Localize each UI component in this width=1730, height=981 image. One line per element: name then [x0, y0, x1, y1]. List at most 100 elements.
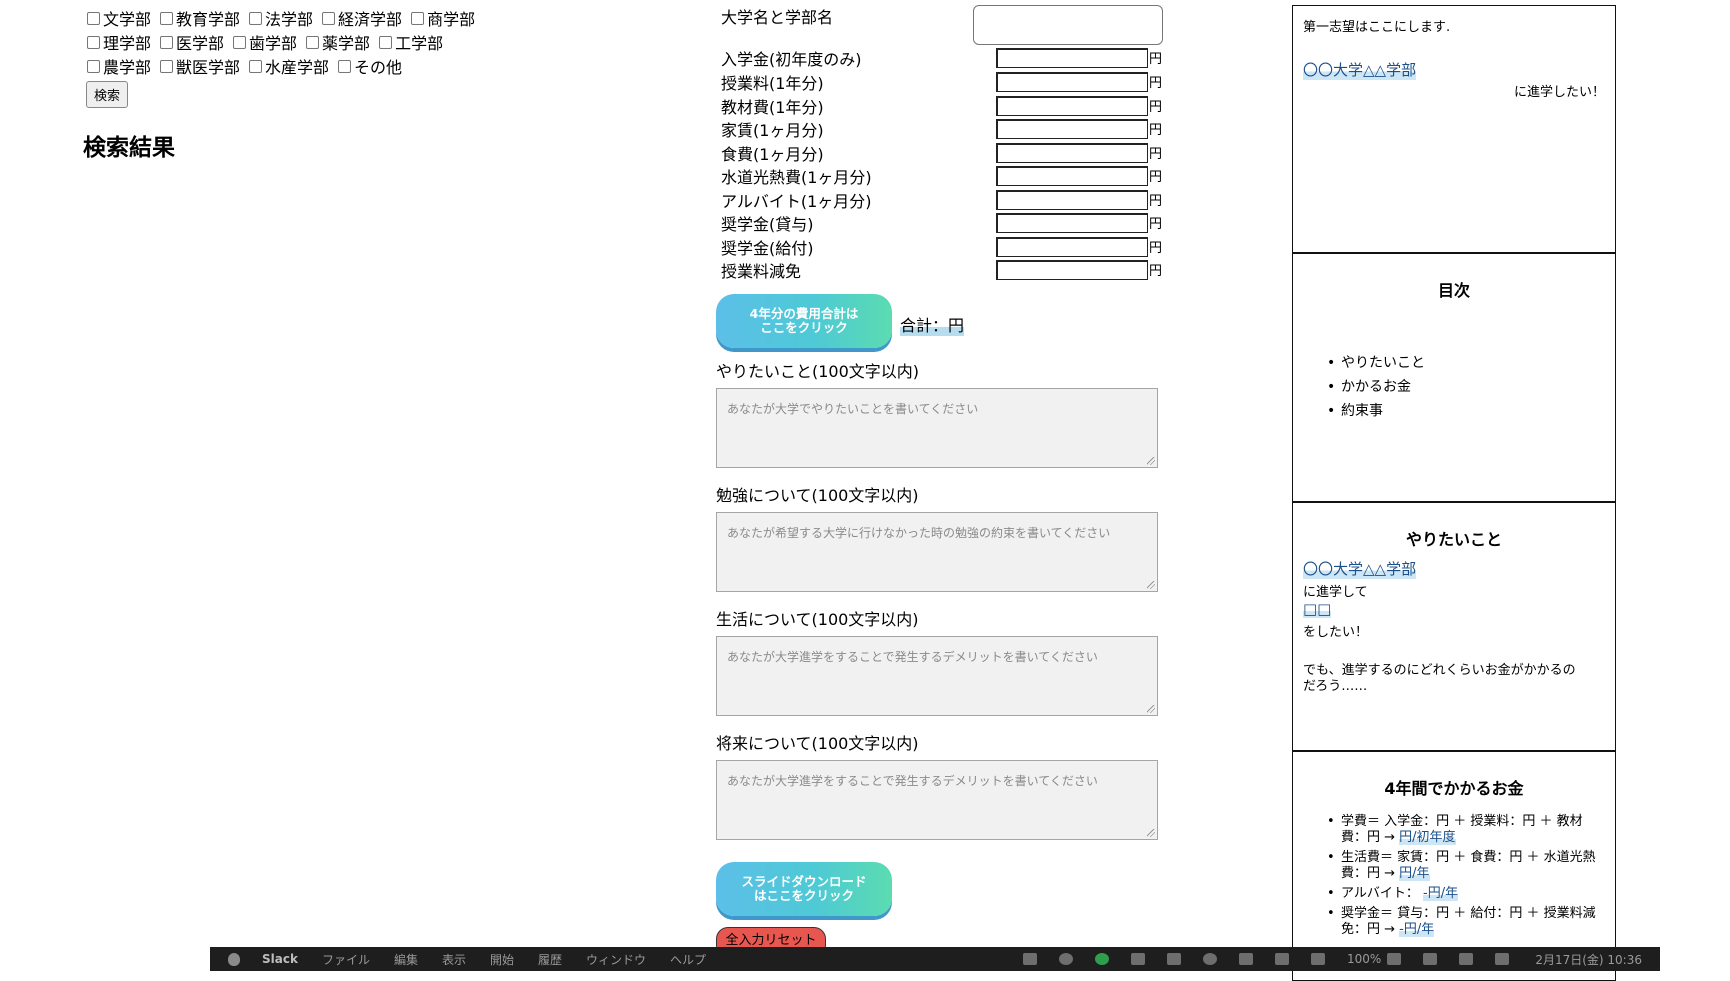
faculty-checkbox-other[interactable]: その他 — [337, 54, 402, 78]
faculty-label: 獣医学部 — [176, 58, 241, 77]
calc-total-button-label: 4年分の費用合計は ここをクリック — [750, 307, 859, 335]
faculty-checkbox-juigaku[interactable]: 獣医学部 — [159, 54, 240, 78]
menu-help[interactable]: ヘルプ — [670, 951, 706, 968]
parttime-input[interactable] — [996, 190, 1148, 210]
wifi-icon[interactable] — [1423, 953, 1438, 965]
menu-view[interactable]: 表示 — [442, 951, 466, 968]
checkbox[interactable] — [249, 59, 263, 73]
resize-handle-icon[interactable] — [1147, 581, 1155, 589]
resize-handle-icon[interactable] — [1147, 829, 1155, 837]
faculty-row: 文学部 教育学部 法学部 経済学部 商学部 — [86, 6, 483, 30]
checkbox[interactable] — [322, 11, 336, 25]
faculty-label: 医学部 — [176, 34, 225, 53]
play-icon[interactable] — [1203, 953, 1218, 965]
rent-input[interactable] — [996, 119, 1148, 139]
resize-handle-icon[interactable] — [1147, 457, 1155, 465]
mute-icon[interactable] — [1167, 953, 1182, 965]
search-button[interactable]: 検索 — [86, 81, 129, 108]
checkbox[interactable] — [160, 35, 174, 49]
faculty-checkbox-yakugaku[interactable]: 薬学部 — [305, 30, 370, 54]
section-label: やりたいこと(100文字以内) — [716, 362, 920, 381]
food-input[interactable] — [996, 143, 1148, 163]
ghost-icon[interactable] — [1059, 953, 1074, 965]
checkbox[interactable] — [233, 35, 247, 49]
menu-bar-left: Slack ファイル 編集 表示 開始 履歴 ウィンドウ ヘルプ — [210, 951, 730, 968]
wish-textarea[interactable]: あなたが大学でやりたいことを書いてください — [716, 388, 1158, 468]
bluetooth-icon[interactable] — [1311, 953, 1326, 965]
cost-label: 水道光熱費(1ヶ月分) — [721, 168, 872, 187]
checkbox[interactable] — [306, 35, 320, 49]
faculty-checkbox-bungaku[interactable]: 文学部 — [86, 6, 151, 30]
checkbox[interactable] — [249, 11, 263, 25]
faculty-checkbox-nogaku[interactable]: 農学部 — [86, 54, 151, 78]
checkbox[interactable] — [411, 11, 425, 25]
search-icon[interactable] — [1459, 953, 1474, 965]
checkbox[interactable] — [379, 35, 393, 49]
life-textarea[interactable]: あなたが大学進学をすることで発生するデメリットを書いてください — [716, 636, 1158, 716]
textarea-placeholder: あなたが希望する大学に行けなかった時の勉強の約束を書いてください — [727, 526, 1111, 540]
slide-contents: 目次 やりたいこと かかるお金 約束事 — [1292, 253, 1616, 502]
button-text: スライドダウンロード — [741, 874, 867, 889]
faculty-row: 農学部 獣医学部 水産学部 その他 — [86, 54, 483, 78]
layout-icon[interactable] — [1131, 953, 1146, 965]
faculty-checkbox-hogaku[interactable]: 法学部 — [248, 6, 313, 30]
button-text: 4年分の費用合計は — [749, 306, 859, 321]
faculty-label: 薬学部 — [322, 34, 371, 53]
loan-scholarship-input[interactable] — [996, 213, 1148, 233]
yen-unit: 円 — [1149, 170, 1163, 185]
menu-go[interactable]: 開始 — [490, 951, 514, 968]
university-input[interactable] — [973, 5, 1163, 45]
faculty-label: 水産学部 — [265, 58, 330, 77]
slide-title: やりたいこと — [1405, 530, 1502, 549]
faculty-checkbox-kogaku[interactable]: 工学部 — [378, 30, 443, 54]
status-icon[interactable] — [1095, 953, 1110, 965]
faculty-checkbox-shigaku[interactable]: 歯学部 — [232, 30, 297, 54]
cost-formula: 学費＝ 入学金：円 ＋ 授業料：円 ＋ 教材費：円 → — [1341, 814, 1583, 845]
slide-university: 〇〇大学△△学部 — [1303, 59, 1417, 80]
admission-fee-input[interactable] — [996, 48, 1148, 68]
future-textarea[interactable]: あなたが大学進学をすることで発生するデメリットを書いてください — [716, 760, 1158, 840]
menu-bar-tray: 100% 2月17日(金) 10:36 — [1023, 951, 1660, 968]
cost-label: 家賃(1ヶ月分) — [721, 121, 824, 140]
yen-unit: 円 — [1149, 123, 1163, 138]
checkbox[interactable] — [87, 59, 100, 73]
cost-summary-item: 生活費＝ 家賃：円 ＋ 食費：円 ＋ 水道光熱費：円 → 円/年 — [1323, 850, 1605, 882]
clipboard-icon[interactable] — [1023, 953, 1038, 965]
yen-unit: 円 — [1149, 76, 1163, 91]
menu-edit[interactable]: 編集 — [394, 951, 418, 968]
slide-text: だろう…… — [1303, 679, 1368, 694]
faculty-checkbox-igaku[interactable]: 医学部 — [159, 30, 224, 54]
download-slides-button[interactable]: スライドダウンロード はここをクリック — [716, 862, 892, 916]
grant-scholarship-input[interactable] — [996, 237, 1148, 257]
cost-label: 教材費(1年分) — [721, 98, 824, 117]
utilities-input[interactable] — [996, 166, 1148, 186]
faculty-checkbox-kyoiku[interactable]: 教育学部 — [159, 6, 240, 30]
menu-file[interactable]: ファイル — [322, 951, 370, 968]
checkbox[interactable] — [160, 11, 174, 25]
calc-total-button[interactable]: 4年分の費用合計は ここをクリック — [716, 294, 892, 348]
clock[interactable]: 2月17日(金) 10:36 — [1535, 951, 1642, 968]
tuition-input[interactable] — [996, 72, 1148, 92]
cost-formula: 奨学金＝ 貸与：円 ＋ 給付：円 ＋ 授業料減免：円 → — [1341, 906, 1596, 937]
faculty-checkbox-rigaku[interactable]: 理学部 — [86, 30, 151, 54]
checkbox[interactable] — [338, 59, 352, 73]
menu-window[interactable]: ウィンドウ — [586, 951, 646, 968]
total-display: 合計：円 — [900, 312, 965, 336]
checkbox[interactable] — [87, 35, 100, 49]
resize-handle-icon[interactable] — [1147, 705, 1155, 713]
study-textarea[interactable]: あなたが希望する大学に行けなかった時の勉強の約束を書いてください — [716, 512, 1158, 592]
faculty-checkbox-keizai[interactable]: 経済学部 — [321, 6, 402, 30]
yen-unit: 円 — [1149, 52, 1163, 67]
materials-input[interactable] — [996, 96, 1148, 116]
cost-label: 授業料減免 — [721, 262, 802, 281]
battery-icon[interactable] — [1387, 953, 1402, 965]
input-source-icon[interactable] — [1275, 953, 1290, 965]
checkbox[interactable] — [87, 11, 100, 25]
windows-icon[interactable] — [1239, 953, 1254, 965]
menu-history[interactable]: 履歴 — [538, 951, 562, 968]
faculty-checkbox-suisan[interactable]: 水産学部 — [248, 54, 329, 78]
faculty-checkbox-shogaku[interactable]: 商学部 — [410, 6, 475, 30]
checkbox[interactable] — [160, 59, 174, 73]
tuition-waiver-input[interactable] — [996, 260, 1148, 280]
control-center-icon[interactable] — [1495, 953, 1510, 965]
